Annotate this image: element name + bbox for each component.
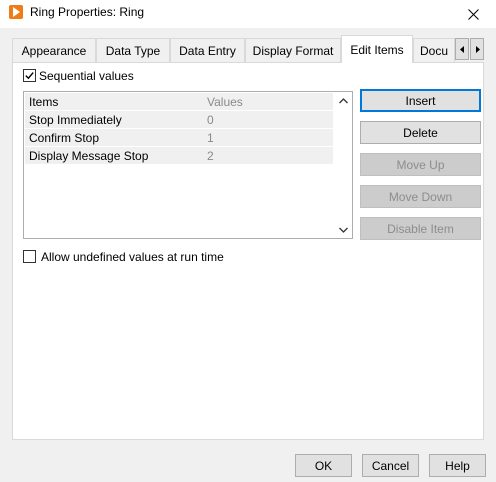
title-bar: Ring Properties: Ring	[0, 0, 496, 28]
item-value: 2	[207, 149, 214, 163]
item-value: 0	[207, 113, 214, 127]
scroll-down-button[interactable]	[334, 221, 352, 238]
items-table: Items Values Stop Immediately 0 Confirm …	[24, 92, 334, 238]
tab-edit-items[interactable]: Edit Items	[341, 35, 413, 63]
labview-arrow-icon	[9, 5, 23, 19]
tab-scroll-right-button[interactable]	[470, 38, 484, 60]
item-name[interactable]: Stop Immediately	[29, 113, 122, 127]
ok-button[interactable]: OK	[295, 454, 352, 477]
list-header: Items Values	[25, 93, 333, 110]
chevron-down-icon	[338, 227, 348, 233]
allow-undefined-label: Allow undefined values at run time	[41, 250, 224, 264]
tab-data-type[interactable]: Data Type	[96, 38, 170, 62]
item-value: 1	[207, 131, 214, 145]
cancel-button[interactable]: Cancel	[362, 454, 419, 477]
values-column-header: Values	[207, 95, 243, 109]
item-name[interactable]: Display Message Stop	[29, 149, 148, 163]
close-button[interactable]	[450, 0, 496, 28]
window-title: Ring Properties: Ring	[30, 5, 145, 19]
delete-button[interactable]: Delete	[360, 121, 481, 144]
list-vertical-scrollbar[interactable]	[334, 92, 352, 238]
insert-button[interactable]: Insert	[360, 89, 481, 112]
table-row[interactable]: Display Message Stop 2	[25, 147, 333, 164]
table-row[interactable]: Stop Immediately 0	[25, 111, 333, 128]
triangle-left-icon	[459, 45, 464, 53]
move-up-button[interactable]: Move Up	[360, 153, 481, 176]
items-listbox[interactable]: Items Values Stop Immediately 0 Confirm …	[23, 91, 353, 239]
sequential-values-label: Sequential values	[39, 69, 134, 83]
table-row[interactable]: Confirm Stop 1	[25, 129, 333, 146]
checkmark-icon	[25, 72, 34, 80]
items-column-header: Items	[29, 95, 59, 109]
tab-display-format[interactable]: Display Format	[245, 38, 341, 62]
chevron-up-icon	[338, 97, 348, 103]
scroll-up-button[interactable]	[334, 92, 352, 109]
tab-appearance[interactable]: Appearance	[12, 38, 96, 62]
item-name[interactable]: Confirm Stop	[29, 131, 99, 145]
tab-documentation[interactable]: Docu	[413, 38, 455, 62]
tab-scroll-left-button[interactable]	[455, 38, 469, 60]
sequential-values-checkbox[interactable]	[23, 69, 36, 82]
move-down-button[interactable]: Move Down	[360, 185, 481, 208]
disable-item-button[interactable]: Disable Item	[360, 217, 481, 240]
triangle-right-icon	[475, 45, 480, 53]
tab-data-entry[interactable]: Data Entry	[170, 38, 245, 62]
allow-undefined-checkbox[interactable]	[23, 250, 36, 263]
close-icon	[467, 8, 479, 20]
tab-strip: Appearance Data Type Data Entry Display …	[12, 35, 484, 63]
help-button[interactable]: Help	[429, 454, 486, 477]
